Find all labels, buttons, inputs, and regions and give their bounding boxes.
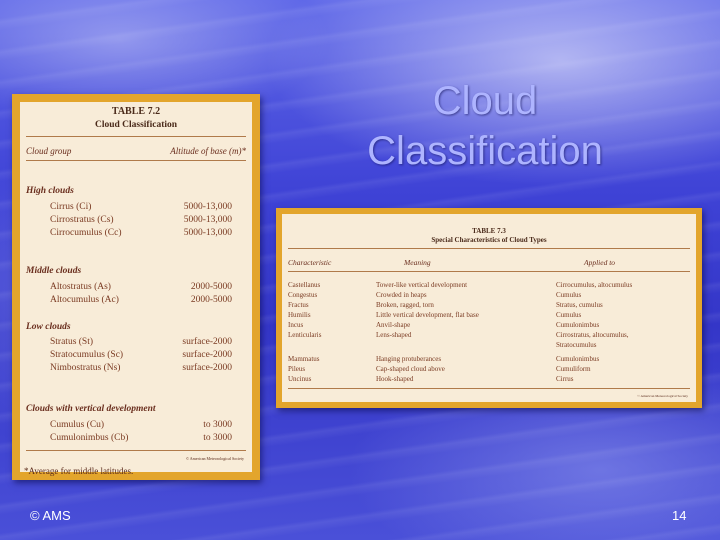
table-cell: Cirrostratus, altocumulus, xyxy=(556,331,629,339)
table-cell: Incus xyxy=(288,321,304,329)
table-cell: Cumulonimbus xyxy=(556,321,600,329)
group-low-clouds: Low clouds xyxy=(26,322,71,332)
table-cell: Stratus, cumulus xyxy=(556,301,603,309)
table-credit: © American Meteorological Society xyxy=(637,394,688,398)
table-cell: Cumulus xyxy=(556,291,582,299)
table-cell: Cirrocumulus, altocumulus xyxy=(556,281,633,289)
table-cell: Fractus xyxy=(288,301,309,309)
table-row: Cirrocumulus (Cc) 5000-13,000 xyxy=(50,228,232,240)
table-cell: Cumuliform xyxy=(556,365,591,373)
page-number: 14 xyxy=(672,508,687,523)
table-cell: Anvil-shape xyxy=(376,321,411,329)
table-cell: Lens-shaped xyxy=(376,331,412,339)
table-7-2: TABLE 7.2 Cloud Classification Cloud gro… xyxy=(20,102,252,476)
group-middle-clouds: Middle clouds xyxy=(26,266,82,276)
cloud-altitude: 2000-5000 xyxy=(190,282,232,292)
table-rule xyxy=(26,136,246,137)
table-cell: Uncinus xyxy=(288,375,312,383)
group-vertical-development: Clouds with vertical development xyxy=(26,404,156,414)
copyright-footer: © AMS xyxy=(30,508,71,523)
cloud-name: Cirrus (Ci) xyxy=(50,202,92,212)
table-cell: Tower-like vertical development xyxy=(376,281,468,289)
table-row: Stratus (St) surface-2000 xyxy=(50,337,232,349)
cloud-name: Cumulonimbus (Cb) xyxy=(50,433,129,443)
cloud-name: Cirrocumulus (Cc) xyxy=(50,228,122,238)
slide-title: Cloud Classification xyxy=(340,76,630,176)
cloud-name: Cumulus (Cu) xyxy=(50,420,105,430)
slide-title-line-1: Cloud xyxy=(432,79,538,123)
table-7-2-frame: TABLE 7.2 Cloud Classification Cloud gro… xyxy=(12,94,260,480)
table-7-3-caption: TABLE 7.3 xyxy=(472,227,506,235)
table-7-3-title: Special Characteristics of Cloud Types xyxy=(431,236,547,244)
table-cell: Stratocumulus xyxy=(556,341,597,349)
table-7-3-frame: TABLE 7.3 Special Characteristics of Clo… xyxy=(276,208,702,408)
table-row: Cumulonimbus (Cb) to 3000 xyxy=(50,433,232,445)
table-credit: © American Meteorological Society xyxy=(185,456,244,461)
table-cell: Mammatus xyxy=(288,355,320,363)
cloud-name: Altostratus (As) xyxy=(50,282,111,292)
table-rule xyxy=(288,271,690,272)
cloud-altitude: 5000-13,000 xyxy=(183,202,232,212)
table-cell: Hanging protuberances xyxy=(376,355,442,363)
table-rule xyxy=(26,450,246,451)
table-row: Altocumulus (Ac) 2000-5000 xyxy=(50,295,232,307)
table-cell: Humilis xyxy=(288,311,311,319)
table-row: Nimbostratus (Ns) surface-2000 xyxy=(50,363,232,375)
cloud-name: Altocumulus (Ac) xyxy=(50,295,119,305)
table-row: Stratocumulus (Sc) surface-2000 xyxy=(50,350,232,362)
cloud-altitude: surface-2000 xyxy=(182,337,232,347)
table-row: Cirrus (Ci) 5000-13,000 xyxy=(50,202,232,214)
table-footnote: *Average for middle latitudes. xyxy=(24,466,134,476)
cloud-altitude: surface-2000 xyxy=(182,363,232,373)
table-rule xyxy=(288,388,690,389)
cloud-altitude: 5000-13,000 xyxy=(183,215,232,225)
cloud-name: Cirrostratus (Cs) xyxy=(50,215,114,225)
table-cell: Congestus xyxy=(288,291,318,299)
slide-title-line-2: Classification xyxy=(367,129,603,173)
cloud-altitude: 5000-13,000 xyxy=(183,228,232,238)
cloud-altitude: to 3000 xyxy=(203,420,232,430)
table-row: Altostratus (As) 2000-5000 xyxy=(50,282,232,294)
table-header-characteristic: Characteristic xyxy=(288,258,332,267)
table-cell: Cap-shaped cloud above xyxy=(376,365,445,373)
table-header-meaning: Meaning xyxy=(404,258,431,267)
table-header-altitude: Altitude of base (m)* xyxy=(170,146,246,156)
cloud-name: Nimbostratus (Ns) xyxy=(50,363,121,373)
table-header-applied-to: Applied to xyxy=(584,258,616,267)
group-high-clouds: High clouds xyxy=(26,186,74,196)
table-7-3: TABLE 7.3 Special Characteristics of Clo… xyxy=(282,214,696,402)
table-row: Cumulus (Cu) to 3000 xyxy=(50,420,232,432)
cloud-name: Stratocumulus (Sc) xyxy=(50,350,124,360)
table-cell: Castellanus xyxy=(288,281,321,289)
table-header-cloud-group: Cloud group xyxy=(26,146,72,156)
cloud-altitude: surface-2000 xyxy=(182,350,232,360)
table-7-2-caption: TABLE 7.2 xyxy=(111,106,161,117)
table-cell: Cumulonimbus xyxy=(556,355,600,363)
cloud-name: Stratus (St) xyxy=(50,337,94,347)
table-cell: Broken, ragged, torn xyxy=(376,301,434,309)
table-cell: Cumulus xyxy=(556,311,582,319)
table-cell: Little vertical development, flat base xyxy=(376,311,479,319)
cloud-altitude: to 3000 xyxy=(203,433,232,443)
cloud-altitude: 2000-5000 xyxy=(190,295,232,305)
table-7-2-title: Cloud Classification xyxy=(94,120,178,130)
table-cell: Crowded in heaps xyxy=(376,291,427,299)
table-cell: Lenticularis xyxy=(288,331,322,339)
table-rule xyxy=(288,248,690,249)
table-cell: Pileus xyxy=(288,365,306,373)
table-cell: Cirrus xyxy=(556,375,574,383)
table-rule xyxy=(26,160,246,161)
table-cell: Hook-shaped xyxy=(376,375,414,383)
table-row: Cirrostratus (Cs) 5000-13,000 xyxy=(50,215,232,227)
